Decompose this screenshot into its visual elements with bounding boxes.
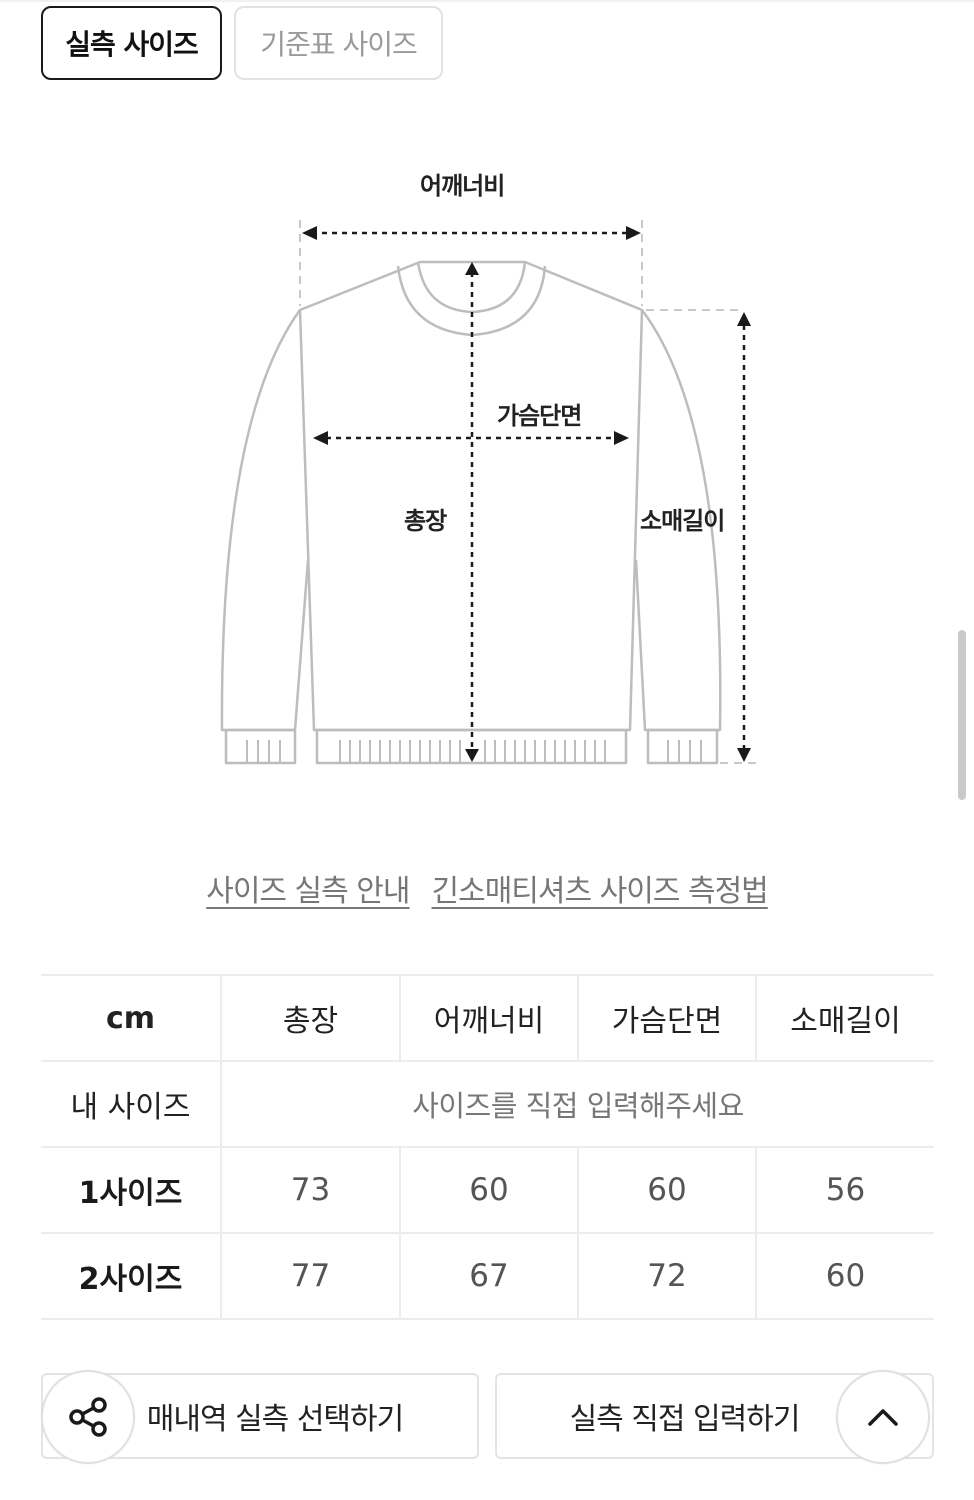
table-header-row: cm 총장 어깨너비 가슴단면 소매길이 [41,974,934,1062]
page-scrollbar[interactable] [958,630,966,800]
size-guide-links: 사이즈 실측 안내 긴소매티셔츠 사이즈 측정법 [0,866,974,910]
share-icon [69,1397,107,1437]
size-value: 67 [399,1233,578,1320]
label-sleeve: 소매길이 [640,507,725,535]
measurement-method-link[interactable]: 긴소매티셔츠 사이즈 측정법 [432,866,769,910]
tab-standard-size[interactable]: 기준표 사이즈 [234,6,443,80]
size-value: 60 [399,1147,578,1234]
size-diagram: 어깨너비 가슴단면 총장 소매길이 [0,150,974,790]
table-row: 1사이즈 73 60 60 56 [41,1147,934,1234]
size-label: 2사이즈 [41,1233,221,1320]
header-unit: cm [41,974,221,1062]
my-size-label: 내 사이즈 [41,1060,221,1148]
size-label: 1사이즈 [41,1147,221,1234]
label-shoulder: 어깨너비 [420,172,505,200]
size-value: 60 [577,1147,756,1234]
header-shoulder: 어깨너비 [399,974,578,1062]
share-button[interactable] [41,1370,135,1464]
size-value: 73 [220,1147,400,1234]
size-value: 77 [220,1233,400,1320]
chevron-up-icon [868,1409,898,1426]
tab-measured-size[interactable]: 실측 사이즈 [41,6,222,80]
scroll-to-top-button[interactable] [836,1370,930,1464]
direct-input-button-label: 실측 직접 입력하기 [569,1402,801,1437]
purchase-history-button-label: 매내역 실측 선택하기 [146,1402,404,1437]
size-value: 56 [755,1147,934,1234]
label-chest: 가슴단면 [497,402,582,430]
header-chest: 가슴단면 [577,974,756,1062]
table-row-my-size: 내 사이즈 사이즈를 직접 입력해주세요 [41,1060,934,1148]
size-value: 72 [577,1233,756,1320]
table-row: 2사이즈 77 67 72 60 [41,1233,934,1320]
size-measurement-guide-link[interactable]: 사이즈 실측 안내 [206,866,410,910]
header-length: 총장 [220,974,400,1062]
size-value: 60 [755,1233,934,1320]
top-divider [0,0,974,2]
label-length: 총장 [404,507,447,535]
my-size-input-prompt[interactable]: 사이즈를 직접 입력해주세요 [220,1060,934,1148]
sweatshirt-illustration [220,220,760,765]
header-sleeve: 소매길이 [755,974,934,1062]
size-table: cm 총장 어깨너비 가슴단면 소매길이 내 사이즈 사이즈를 직접 입력해주세… [41,974,934,1320]
